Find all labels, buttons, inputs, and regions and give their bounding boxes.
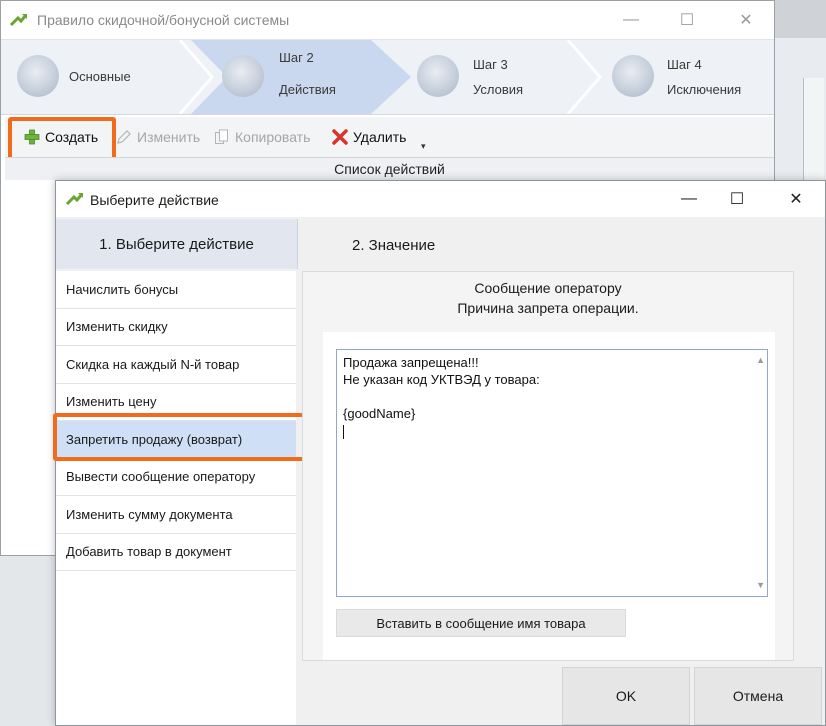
close-icon[interactable]: ✕ xyxy=(773,184,819,214)
scroll-down-icon[interactable]: ▼ xyxy=(756,577,765,594)
step-exclusions-label: Исключения xyxy=(667,82,742,97)
maximize-icon[interactable]: ☐ xyxy=(714,184,760,214)
value-panel: Сообщение оператору Причина запрета опер… xyxy=(302,271,794,661)
tab-value[interactable]: 2. Значение xyxy=(352,237,435,254)
panel-subtitle: Причина запрета операции. xyxy=(457,300,639,316)
step-basic-label: Основные xyxy=(69,69,131,84)
dialog-titlebar: Выберите действие — ☐ ✕ xyxy=(56,181,825,217)
app-arrow-icon xyxy=(65,193,84,206)
background-bottom xyxy=(0,556,55,726)
step-circle-icon xyxy=(222,55,264,97)
minimize-icon[interactable]: — xyxy=(666,184,712,214)
step-conditions-number: Шаг 3 xyxy=(473,57,508,72)
copy-label: Копировать xyxy=(235,129,311,145)
text-caret xyxy=(343,424,344,439)
selected-action-highlight xyxy=(53,413,306,461)
panel-title: Сообщение оператору xyxy=(474,280,622,296)
overflow-icon[interactable]: ▾ xyxy=(421,135,426,157)
step-conditions-label: Условия xyxy=(473,82,524,97)
list-item[interactable]: Начислить бонусы xyxy=(56,271,296,309)
pencil-icon xyxy=(115,128,133,146)
rule-window-title: Правило скидочной/бонусной системы xyxy=(37,12,290,28)
step-circle-icon xyxy=(417,55,459,97)
actions-list-header: Список действий xyxy=(5,157,774,180)
list-item[interactable]: Изменить скидку xyxy=(56,309,296,346)
copy-icon xyxy=(213,128,231,146)
copy-button[interactable]: Копировать xyxy=(213,126,310,148)
step-actions-label: Действия xyxy=(279,82,336,97)
create-button-highlight xyxy=(8,117,116,161)
list-item[interactable]: Добавить товар в документ xyxy=(56,534,296,571)
action-list-empty-area xyxy=(56,571,296,725)
scroll-up-icon[interactable]: ▲ xyxy=(756,352,765,369)
insert-good-name-button[interactable]: Вставить в сообщение имя товара xyxy=(336,609,626,637)
dialog-title: Выберите действие xyxy=(90,192,219,208)
cancel-button[interactable]: Отмена xyxy=(694,667,822,725)
step-exclusions[interactable]: Шаг 4 Исключения xyxy=(606,40,774,114)
delete-x-icon xyxy=(331,128,349,146)
edit-button[interactable]: Изменить xyxy=(115,126,200,148)
step-circle-icon xyxy=(612,55,654,97)
close-icon[interactable]: ✕ xyxy=(723,5,769,35)
wizard-steps: Основные Шаг 2 Действия Шаг 3 Условия Ша… xyxy=(1,39,774,115)
delete-button[interactable]: Удалить xyxy=(331,126,406,148)
message-textarea[interactable]: Продажа запрещена!!! Не указан код УКТВЭ… xyxy=(336,349,768,597)
list-item[interactable]: Скидка на каждый N-й товар xyxy=(56,346,296,384)
app-arrow-icon xyxy=(9,14,28,27)
minimize-icon[interactable]: — xyxy=(608,5,654,35)
message-text: Продажа запрещена!!! Не указан код УКТВЭ… xyxy=(343,355,540,421)
list-item[interactable]: Вывести сообщение оператору xyxy=(56,459,296,496)
delete-label: Удалить xyxy=(353,129,407,145)
step-basic[interactable]: Основные xyxy=(1,40,191,114)
step-actions-number: Шаг 2 xyxy=(279,50,314,65)
ok-button[interactable]: OK xyxy=(562,667,690,725)
step-exclusions-number: Шаг 4 xyxy=(667,57,702,72)
step-actions[interactable]: Шаг 2 Действия xyxy=(216,40,396,114)
edit-label: Изменить xyxy=(137,129,201,145)
step-circle-icon xyxy=(17,55,59,97)
tab-choose-action[interactable]: 1. Выберите действие xyxy=(56,219,298,269)
maximize-icon[interactable]: ☐ xyxy=(664,5,710,35)
rule-window-titlebar: Правило скидочной/бонусной системы — ☐ ✕ xyxy=(1,1,774,39)
message-frame: Продажа запрещена!!! Не указан код УКТВЭ… xyxy=(323,332,775,660)
step-conditions[interactable]: Шаг 3 Условия xyxy=(411,40,571,114)
choose-action-dialog: Выберите действие — ☐ ✕ 1. Выберите дейс… xyxy=(53,180,826,726)
list-item[interactable]: Изменить сумму документа xyxy=(56,496,296,534)
actions-toolbar: Создать Изменить Копировать Удалить ▾ xyxy=(5,117,774,157)
